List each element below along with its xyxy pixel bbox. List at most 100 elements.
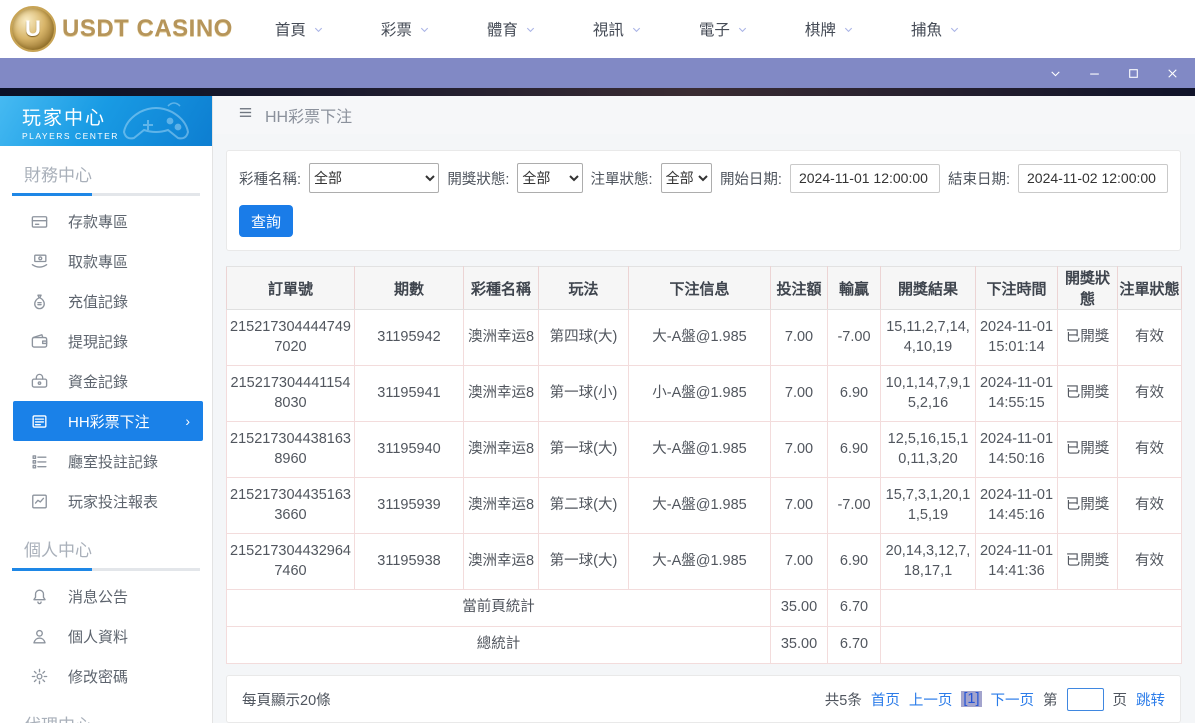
sidebar-item-profile[interactable]: 個人資料: [0, 616, 212, 656]
nav-item-label: 體育: [486, 22, 518, 39]
sidebar-item-recharge-record[interactable]: 充值記錄: [0, 281, 212, 321]
table-row: 2152173044411548030 31195941 澳洲幸运8 第一球(小) 小-…: [226, 365, 1182, 423]
table-row: 2152173044329647460 31195938 澳洲幸运8 第一球(大) 大-…: [226, 533, 1182, 591]
sidebar-item-announcements[interactable]: 消息公告: [0, 576, 212, 616]
nav-item-live-video[interactable]: 視訊: [593, 18, 642, 40]
top-header: U USDT CASINO 首頁 彩票 體育 視訊 電子 棋牌 捕魚: [0, 0, 1195, 58]
person-icon: [30, 627, 49, 646]
next-page-link[interactable]: 下一页: [991, 689, 1035, 710]
gear-icon: [30, 667, 49, 686]
order-status-select[interactable]: 全部: [660, 163, 712, 194]
main-nav: 首頁 彩票 體育 視訊 電子 棋牌 捕魚: [275, 18, 960, 40]
table-cell: 2152173044351633660: [226, 477, 355, 535]
column-header: 開獎結果: [880, 266, 976, 311]
column-header: 輸贏: [827, 266, 881, 311]
jump-prefix-label: 第: [1043, 692, 1058, 709]
table-cell: 第一球(小): [538, 365, 629, 423]
end-date-input[interactable]: [1018, 163, 1168, 193]
table-cell: 有效: [1117, 365, 1182, 423]
first-page-link[interactable]: 首页: [871, 689, 900, 710]
hamburger-icon[interactable]: [237, 105, 254, 125]
nav-item-sports[interactable]: 體育: [487, 18, 536, 40]
chevron-down-icon[interactable]: [1049, 67, 1062, 80]
table-cell: 第二球(大): [538, 477, 629, 535]
nav-item-card-games[interactable]: 棋牌: [805, 18, 854, 40]
sidebar-item-change-password[interactable]: 修改密碼: [0, 656, 212, 696]
table-cell: 大-A盤@1.985: [628, 533, 771, 591]
sidebar-item-label: 個人資料: [68, 628, 129, 646]
search-button[interactable]: 查詢: [239, 205, 294, 238]
column-header: 投注額: [770, 266, 828, 311]
sidebar-item-withdrawal-record[interactable]: 提現記錄: [0, 321, 212, 361]
table-cell: 有效: [1117, 477, 1182, 535]
pagination-bar: 每頁顯示20條 共5条 首页 上一页 [1] 下一页 第 页 跳转: [226, 675, 1181, 723]
section-underline: [12, 193, 200, 196]
table-cell: 15,11,2,7,14,4,10,19: [880, 309, 976, 367]
sidebar-item-deposit-zone[interactable]: 存款專區: [0, 201, 212, 241]
table-cell: 澳洲幸运8: [463, 477, 539, 535]
sidebar-item-label: 存款專區: [68, 213, 129, 231]
bets-table-panel: 訂單號 期數 彩種名稱 玩法 下注信息 投注額 輸贏 開獎結果 下注時間 開獎狀態 注單狀態 215…: [226, 266, 1182, 665]
jump-page-input[interactable]: [1066, 687, 1104, 711]
sidebar-item-label: 資金記錄: [68, 373, 129, 391]
jump-button[interactable]: 跳转: [1136, 689, 1165, 710]
deposit-card-icon: [30, 212, 49, 231]
sidebar-item-room-bet-record[interactable]: 廳室投註記錄: [0, 441, 212, 481]
sidebar-item-funds-record[interactable]: 資金記錄: [0, 361, 212, 401]
column-header: 期數: [354, 266, 464, 311]
nav-item-label: 首頁: [274, 22, 306, 39]
sidebar-item-player-bet-report[interactable]: 玩家投注報表: [0, 481, 212, 521]
nav-item-label: 電子: [698, 22, 730, 39]
page-size-text: 每頁顯示20條: [242, 692, 331, 709]
summary-empty-cell: [880, 626, 1182, 665]
withdraw-hand-icon: [30, 252, 49, 271]
window-titlebar: [0, 58, 1195, 88]
table-row: 2152173044381638960 31195940 澳洲幸运8 第一球(大) 大-…: [226, 421, 1182, 479]
sidebar-header: 玩家中心 PLAYERS CENTER: [0, 96, 212, 146]
nav-item-slots[interactable]: 電子: [699, 18, 748, 40]
chevron-down-icon: [844, 27, 853, 32]
column-header: 下注信息: [628, 266, 771, 311]
prev-page-link[interactable]: 上一页: [909, 689, 953, 710]
lottery-name-select[interactable]: 全部: [309, 163, 440, 194]
end-date-label: 結束日期:: [947, 171, 1010, 188]
start-date-input[interactable]: [789, 163, 940, 193]
pager-controls: 共5条 首页 上一页 [1] 下一页 第 页 跳转: [825, 687, 1165, 711]
summary-empty-cell: [880, 589, 1182, 628]
table-cell: 2024-11-01 14:50:16: [975, 421, 1058, 479]
close-icon[interactable]: [1166, 67, 1179, 80]
summary-label: 總統計: [226, 626, 771, 665]
breadcrumb: HH彩票下注: [213, 96, 1195, 135]
table-row: 2152173044447497020 31195942 澳洲幸运8 第四球(大) 大-…: [226, 309, 1182, 367]
sidebar-section-agent-center: 代理中心: [24, 711, 212, 723]
table-cell: 澳洲幸运8: [463, 421, 539, 479]
nav-item-home[interactable]: 首頁: [275, 18, 324, 40]
chevron-down-icon: [738, 27, 747, 32]
table-cell: 2024-11-01 14:41:36: [975, 533, 1058, 591]
table-cell: 31195942: [354, 309, 464, 367]
column-header: 玩法: [538, 266, 629, 311]
logo-coin-icon: U: [10, 6, 56, 52]
breadcrumb-title: HH彩票下注: [265, 109, 353, 127]
sidebar-item-label: 廳室投註記錄: [68, 453, 159, 471]
table-cell: 2152173044381638960: [226, 421, 355, 479]
table-cell: 已開獎: [1057, 477, 1118, 535]
table-cell: 大-A盤@1.985: [628, 309, 771, 367]
summary-win-total: 6.70: [827, 626, 881, 665]
bets-table: 訂單號 期數 彩種名稱 玩法 下注信息 投注額 輸贏 開獎結果 下注時間 開獎狀態 注單狀態 215…: [226, 266, 1182, 665]
draw-status-select[interactable]: 全部: [517, 163, 583, 194]
sidebar-section-finance-center: 財務中心: [24, 166, 92, 185]
table-cell: 31195940: [354, 421, 464, 479]
nav-item-fishing[interactable]: 捕魚: [911, 18, 960, 40]
table-cell: 7.00: [770, 477, 828, 535]
sidebar-item-withdraw-zone[interactable]: 取款專區: [0, 241, 212, 281]
summary-bet-total: 35.00: [770, 626, 828, 665]
table-cell: 已開獎: [1057, 421, 1118, 479]
filter-panel: 彩種名稱: 全部 開獎狀態: 全部 注單狀態: 全部 開始日期: 結束日期: 查…: [226, 150, 1181, 252]
nav-item-lottery[interactable]: 彩票: [381, 18, 430, 40]
maximize-icon[interactable]: [1127, 67, 1140, 80]
minimize-icon[interactable]: [1088, 67, 1101, 80]
gamepad-icon: [122, 102, 190, 140]
table-cell: 7.00: [770, 365, 828, 423]
sidebar-item-hh-lottery-bets[interactable]: HH彩票下注 ›: [13, 401, 203, 441]
